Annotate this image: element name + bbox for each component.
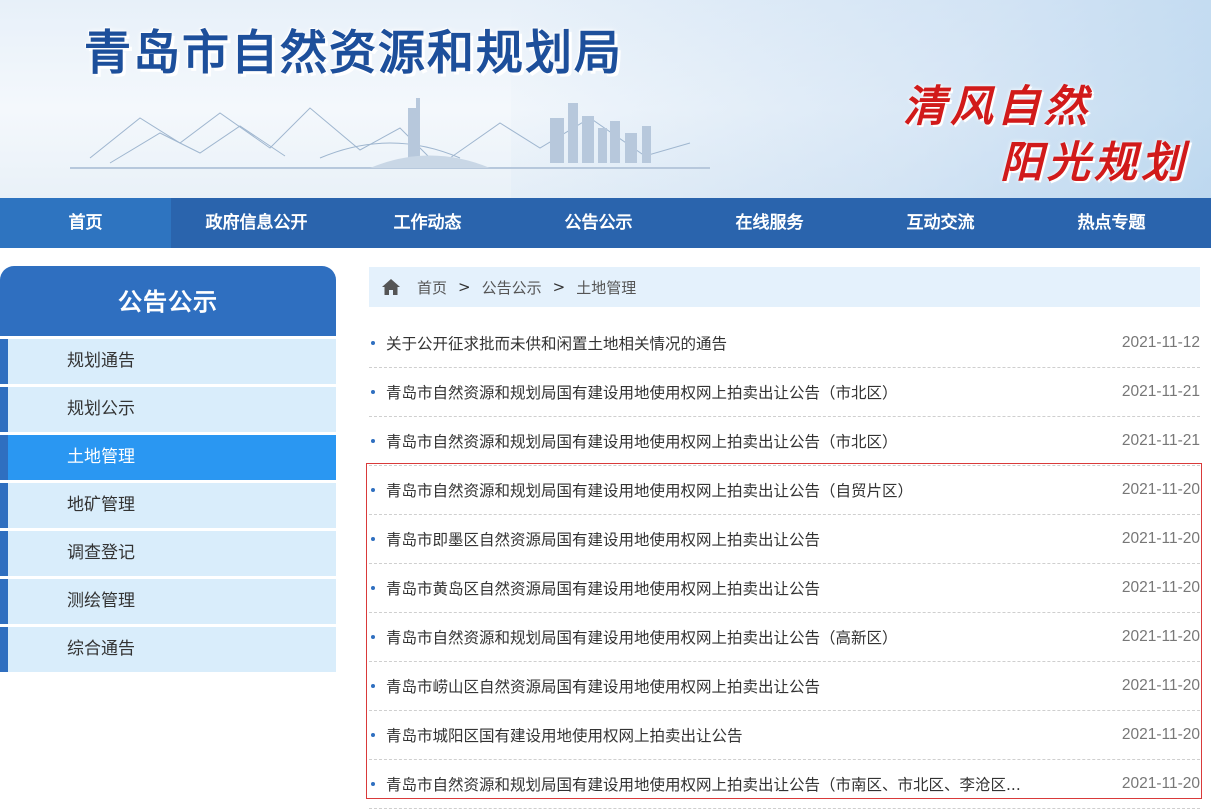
news-item[interactable]: 青岛市自然资源和规划局国有建设用地使用权网上拍卖出让公告（自贸片区） 2021-… xyxy=(369,466,1200,515)
bullet-icon xyxy=(371,390,375,394)
sidebar-item-land-management[interactable]: 土地管理 xyxy=(0,435,336,480)
news-item[interactable]: 青岛市自然资源和规划局国有建设用地使用权网上拍卖出让公告（市北区） 2021-1… xyxy=(369,368,1200,417)
bullet-icon xyxy=(371,635,375,639)
news-date: 2021-11-12 xyxy=(1121,334,1200,351)
nav-item-interaction[interactable]: 互动交流 xyxy=(855,198,1026,248)
news-item[interactable]: 青岛市自然资源和规划局国有建设用地使用权网上拍卖出让公告（高新区） 2021-1… xyxy=(369,613,1200,662)
site-banner: 青岛市自然资源和规划局 清风自然 阳光规划 xyxy=(0,0,1211,198)
city-skyline-illustration xyxy=(70,98,710,169)
news-item[interactable]: 关于公开征求批而未供和闲置土地相关情况的通告 2021-11-12 xyxy=(369,319,1200,368)
news-title[interactable]: 青岛市城阳区国有建设用地使用权网上拍卖出让公告 xyxy=(386,724,1122,746)
news-title[interactable]: 青岛市黄岛区自然资源局国有建设用地使用权网上拍卖出让公告 xyxy=(386,577,1122,599)
news-item[interactable]: 青岛市黄岛区自然资源局国有建设用地使用权网上拍卖出让公告 2021-11-20 xyxy=(369,564,1200,613)
news-title[interactable]: 青岛市自然资源和规划局国有建设用地使用权网上拍卖出让公告（自贸片区） xyxy=(386,479,1122,501)
news-date: 2021-11-20 xyxy=(1121,677,1200,694)
slogan-line-2: 阳光规划 xyxy=(1000,138,1188,188)
news-title[interactable]: 青岛市自然资源和规划局国有建设用地使用权网上拍卖出让公告（市北区） xyxy=(386,430,1122,452)
bullet-icon xyxy=(371,439,375,443)
sidebar-item-planning-publicity[interactable]: 规划公示 xyxy=(0,387,336,432)
slogan-line-1: 清风自然 xyxy=(903,82,1091,132)
sidebar-item-general-notice[interactable]: 综合通告 xyxy=(0,627,336,672)
nav-item-work-news[interactable]: 工作动态 xyxy=(342,198,513,248)
bullet-icon xyxy=(371,782,375,786)
breadcrumb-announcements[interactable]: 公告公示 xyxy=(482,277,542,298)
sidebar-item-survey-registration[interactable]: 调查登记 xyxy=(0,531,336,576)
site-title: 青岛市自然资源和规划局 xyxy=(84,26,623,81)
nav-item-gov-info[interactable]: 政府信息公开 xyxy=(171,198,342,248)
news-date: 2021-11-21 xyxy=(1121,383,1200,400)
news-item[interactable]: 青岛市自然资源和规划局国有建设用地使用权网上拍卖出让公告（市南区、市北区、李沧区… xyxy=(369,760,1200,809)
nav-item-home[interactable]: 首页 xyxy=(0,198,171,248)
news-date: 2021-11-20 xyxy=(1121,628,1200,645)
breadcrumb: 首页 > 公告公示 > 土地管理 xyxy=(369,267,1200,307)
sidebar: 公告公示 规划通告 规划公示 土地管理 地矿管理 调查登记 测绘管理 综合通告 xyxy=(0,266,336,672)
news-title[interactable]: 青岛市即墨区自然资源局国有建设用地使用权网上拍卖出让公告 xyxy=(386,528,1122,550)
news-date: 2021-11-20 xyxy=(1121,530,1200,547)
news-title[interactable]: 青岛市自然资源和规划局国有建设用地使用权网上拍卖出让公告（市南区、市北区、李沧区… xyxy=(386,773,1122,795)
bullet-icon xyxy=(371,586,375,590)
sidebar-item-mineral-management[interactable]: 地矿管理 xyxy=(0,483,336,528)
nav-item-announcements[interactable]: 公告公示 xyxy=(513,198,684,248)
news-title[interactable]: 青岛市崂山区自然资源局国有建设用地使用权网上拍卖出让公告 xyxy=(386,675,1122,697)
news-list: 关于公开征求批而未供和闲置土地相关情况的通告 2021-11-12 青岛市自然资… xyxy=(369,319,1200,809)
nav-item-online-service[interactable]: 在线服务 xyxy=(684,198,855,248)
breadcrumb-separator: > xyxy=(458,278,471,296)
bullet-icon xyxy=(371,488,375,492)
news-item[interactable]: 青岛市城阳区国有建设用地使用权网上拍卖出让公告 2021-11-20 xyxy=(369,711,1200,760)
nav-item-hot-topics[interactable]: 热点专题 xyxy=(1026,198,1197,248)
bullet-icon xyxy=(371,537,375,541)
news-title[interactable]: 青岛市自然资源和规划局国有建设用地使用权网上拍卖出让公告（市北区） xyxy=(386,381,1122,403)
breadcrumb-home[interactable]: 首页 xyxy=(417,277,447,298)
news-date: 2021-11-20 xyxy=(1121,579,1200,596)
sidebar-item-surveying-mapping[interactable]: 测绘管理 xyxy=(0,579,336,624)
news-date: 2021-11-20 xyxy=(1121,481,1200,498)
breadcrumb-separator: > xyxy=(552,278,566,296)
sidebar-item-planning-notice[interactable]: 规划通告 xyxy=(0,339,336,384)
news-date: 2021-11-20 xyxy=(1121,775,1200,792)
news-date: 2021-11-21 xyxy=(1121,432,1200,449)
main-nav: 首页 政府信息公开 工作动态 公告公示 在线服务 互动交流 热点专题 xyxy=(0,198,1211,248)
news-item[interactable]: 青岛市崂山区自然资源局国有建设用地使用权网上拍卖出让公告 2021-11-20 xyxy=(369,662,1200,711)
news-date: 2021-11-20 xyxy=(1121,726,1200,743)
bullet-icon xyxy=(371,684,375,688)
home-icon[interactable] xyxy=(381,278,401,296)
news-title[interactable]: 关于公开征求批而未供和闲置土地相关情况的通告 xyxy=(386,332,1122,354)
news-item[interactable]: 青岛市即墨区自然资源局国有建设用地使用权网上拍卖出让公告 2021-11-20 xyxy=(369,515,1200,564)
news-item[interactable]: 青岛市自然资源和规划局国有建设用地使用权网上拍卖出让公告（市北区） 2021-1… xyxy=(369,417,1200,466)
news-title[interactable]: 青岛市自然资源和规划局国有建设用地使用权网上拍卖出让公告（高新区） xyxy=(386,626,1122,648)
bullet-icon xyxy=(371,341,375,345)
sidebar-title: 公告公示 xyxy=(0,266,336,336)
bullet-icon xyxy=(371,733,375,737)
breadcrumb-current[interactable]: 土地管理 xyxy=(576,277,636,298)
sidebar-menu: 规划通告 规划公示 土地管理 地矿管理 调查登记 测绘管理 综合通告 xyxy=(0,339,336,672)
